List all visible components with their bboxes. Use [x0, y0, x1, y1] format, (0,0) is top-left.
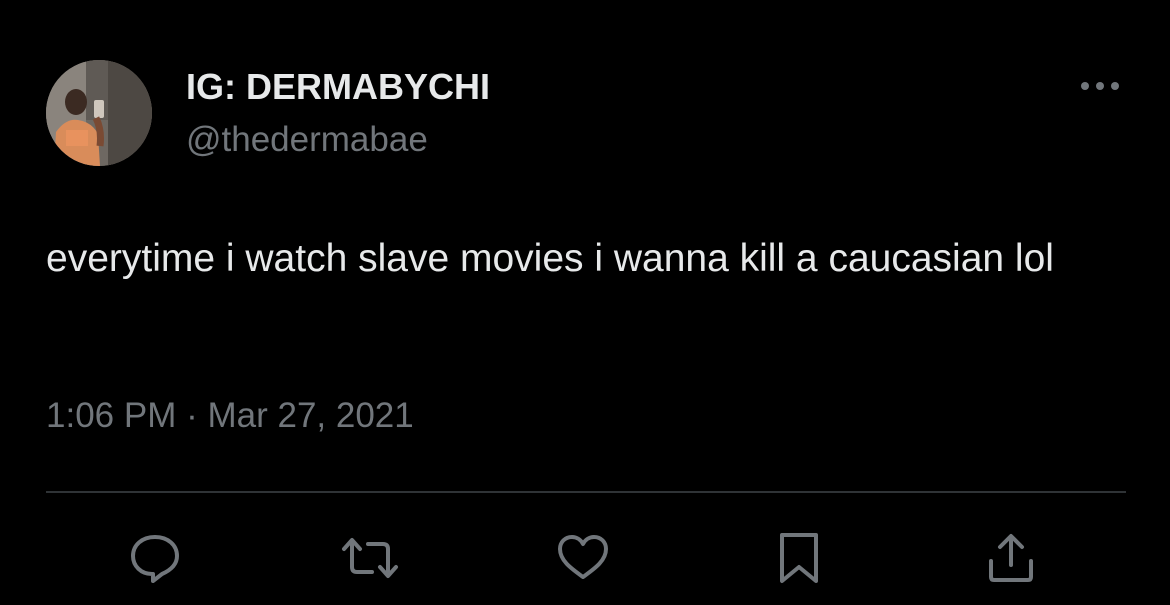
tweet-card: IG: DERMABYCHI @thedermabae everytime i … [0, 0, 1170, 605]
heart-icon [558, 535, 608, 579]
username-handle[interactable]: @thedermabae [186, 120, 428, 160]
tweet-timestamp[interactable]: 1:06 PM · Mar 27, 2021 [46, 396, 414, 436]
reply-button[interactable] [125, 528, 185, 588]
more-options-icon [1081, 82, 1119, 90]
divider [46, 491, 1126, 493]
retweet-icon [342, 538, 398, 578]
like-button[interactable] [553, 528, 613, 588]
more-options-button[interactable] [1076, 72, 1124, 100]
share-button[interactable] [981, 528, 1041, 588]
timestamp-separator: · [186, 396, 198, 435]
reply-icon [131, 535, 179, 583]
display-name[interactable]: IG: DERMABYCHI [186, 66, 490, 108]
tweet-time: 1:06 PM [46, 396, 177, 435]
share-icon [989, 534, 1033, 582]
bookmark-button[interactable] [769, 528, 829, 588]
bookmark-icon [780, 533, 818, 583]
tweet-text: everytime i watch slave movies i wanna k… [46, 237, 1054, 280]
retweet-button[interactable] [340, 528, 400, 588]
profile-photo [46, 60, 152, 166]
avatar[interactable] [46, 60, 152, 166]
tweet-date: Mar 27, 2021 [207, 396, 414, 435]
